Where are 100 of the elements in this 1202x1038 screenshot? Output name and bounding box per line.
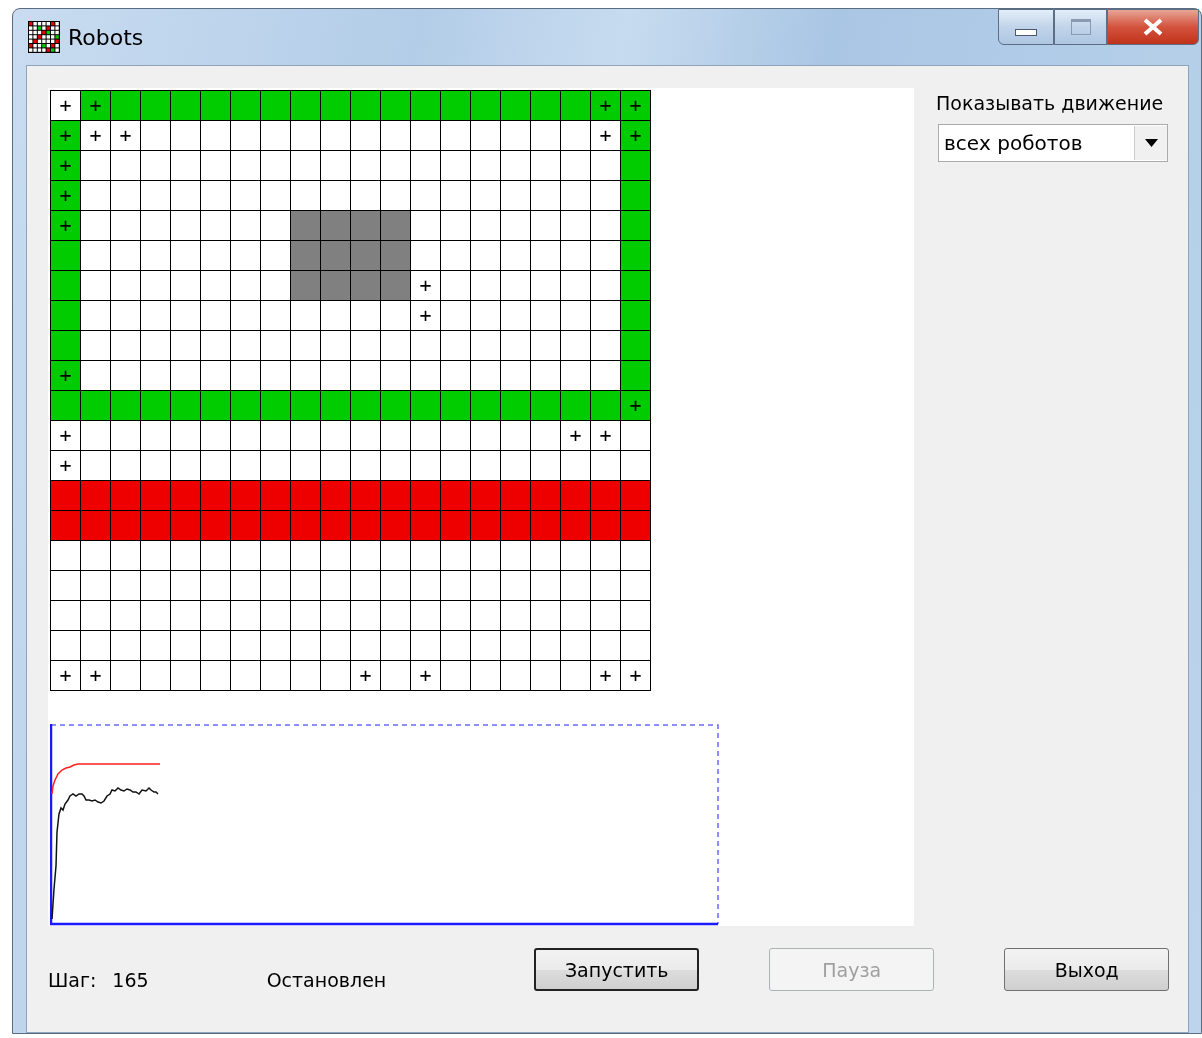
grid-cell	[441, 121, 470, 150]
grid-cell	[291, 91, 320, 120]
grid-cell	[501, 421, 530, 450]
grid-cell	[141, 271, 170, 300]
grid-cell	[81, 301, 110, 330]
grid-cell	[351, 241, 380, 270]
grid-cell	[531, 301, 560, 330]
grid-cell	[231, 661, 260, 690]
step-label: Шаг:	[48, 968, 97, 991]
grid-cell	[351, 631, 380, 660]
grid-cell	[381, 91, 410, 120]
grid-cell	[231, 571, 260, 600]
grid-cell	[531, 601, 560, 630]
grid-cell	[501, 331, 530, 360]
minimize-button[interactable]	[998, 9, 1054, 45]
grid-cell	[351, 181, 380, 210]
grid-cell	[321, 151, 350, 180]
grid-cell	[231, 211, 260, 240]
grid-cell	[141, 571, 170, 600]
grid-cell	[81, 601, 110, 630]
grid-cell	[321, 181, 350, 210]
grid-cell	[261, 211, 290, 240]
grid-cell	[261, 421, 290, 450]
grid-cell	[591, 211, 620, 240]
grid-cell	[411, 511, 440, 540]
grid-cell	[501, 511, 530, 540]
grid-cell	[141, 661, 170, 690]
grid-cell: +	[81, 121, 110, 150]
grid-cell	[291, 181, 320, 210]
grid-cell	[81, 331, 110, 360]
grid-cell	[471, 451, 500, 480]
grid-cell	[381, 151, 410, 180]
grid-cell	[321, 451, 350, 480]
grid-cell: +	[51, 451, 80, 480]
grid-cell	[561, 631, 590, 660]
maximize-button[interactable]	[1054, 9, 1107, 45]
grid-cell	[621, 211, 650, 240]
grid-cell	[141, 241, 170, 270]
grid-cell	[531, 631, 560, 660]
grid-cell	[591, 511, 620, 540]
grid-icon	[28, 21, 60, 53]
action-button[interactable]: Запустить	[534, 948, 700, 991]
grid-cell	[501, 631, 530, 660]
grid-cell	[531, 361, 560, 390]
grid-cell	[471, 181, 500, 210]
grid-cell: +	[111, 121, 140, 150]
close-icon	[1142, 18, 1164, 36]
grid-cell	[561, 151, 590, 180]
grid-cell	[501, 181, 530, 210]
grid-cell	[531, 481, 560, 510]
grid-cell	[471, 241, 500, 270]
grid-cell	[51, 271, 80, 300]
grid-cell	[441, 481, 470, 510]
grid-cell	[201, 421, 230, 450]
grid-cell	[261, 511, 290, 540]
grid-cell	[471, 391, 500, 420]
grid-cell	[501, 361, 530, 390]
grid-cell	[621, 631, 650, 660]
grid-cell	[591, 571, 620, 600]
grid-cell	[381, 511, 410, 540]
grid-cell	[291, 451, 320, 480]
grid-cell	[141, 211, 170, 240]
grid-cell	[381, 421, 410, 450]
grid-cell	[321, 331, 350, 360]
grid-cell	[441, 451, 470, 480]
grid-cell	[621, 541, 650, 570]
grid-cell	[501, 271, 530, 300]
close-button[interactable]	[1107, 9, 1199, 45]
grid-cell	[201, 331, 230, 360]
grid-cell	[351, 421, 380, 450]
grid-cell	[51, 541, 80, 570]
grid-cell	[81, 451, 110, 480]
step-count: 165	[112, 968, 149, 991]
grid-cell	[291, 571, 320, 600]
caret-icon	[1144, 139, 1158, 147]
grid-cell	[291, 361, 320, 390]
grid-cell	[231, 301, 260, 330]
grid-cell	[501, 481, 530, 510]
grid-cell	[261, 331, 290, 360]
action-button[interactable]: Выход	[1004, 948, 1170, 991]
grid-cell	[621, 241, 650, 270]
grid-cell	[471, 91, 500, 120]
grid-cell	[471, 121, 500, 150]
grid-cell	[621, 181, 650, 210]
grid-cell	[441, 511, 470, 540]
grid-cell	[291, 271, 320, 300]
grid-cell	[621, 511, 650, 540]
grid-cell	[381, 211, 410, 240]
grid-cell	[171, 421, 200, 450]
grid-cell	[51, 511, 80, 540]
movement-dropdown[interactable]: всех роботов	[938, 124, 1168, 162]
grid-cell	[621, 271, 650, 300]
grid-cell	[591, 361, 620, 390]
grid-cell	[261, 661, 290, 690]
grid-cell	[381, 301, 410, 330]
grid-cell	[291, 151, 320, 180]
grid-cell	[111, 391, 140, 420]
grid-cell	[111, 571, 140, 600]
grid-cell	[201, 151, 230, 180]
grid-cell	[471, 511, 500, 540]
